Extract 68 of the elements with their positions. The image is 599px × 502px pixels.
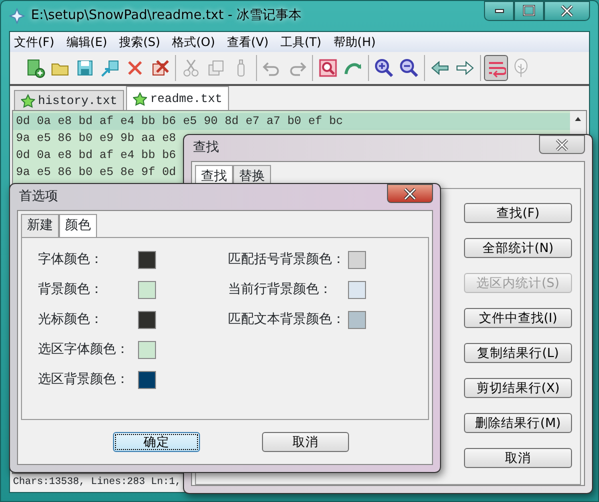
dialog-button[interactable]: 取消 [262, 432, 349, 452]
left-arrow-icon [430, 58, 450, 78]
menu-item[interactable]: 搜索(S) [117, 33, 162, 51]
menu-item[interactable]: 帮助(H) [331, 33, 378, 51]
color-swatch[interactable] [138, 370, 156, 388]
dialog-title: 查找 [192, 139, 219, 158]
color-label: 选区字体颜色： [38, 340, 130, 359]
close-icon [403, 188, 417, 200]
close-button[interactable] [387, 184, 433, 203]
close-icon [560, 4, 574, 18]
menu-item[interactable]: 工具(T) [278, 33, 324, 51]
close-button[interactable] [544, 1, 590, 21]
dialog-button[interactable]: 剪切结果行(X) [464, 378, 572, 398]
dialog-button[interactable]: 复制结果行(L) [464, 342, 572, 362]
color-label: 匹配文本背景颜色： [228, 310, 346, 329]
maximize-button[interactable] [514, 1, 544, 21]
color-swatch[interactable] [138, 310, 156, 328]
color-swatch[interactable] [138, 250, 156, 268]
menu-item[interactable]: 文件(F) [12, 33, 56, 51]
dialog-button[interactable]: 文件中查找(I) [464, 308, 572, 328]
scissors-icon [181, 58, 201, 78]
zoom-in-icon [374, 58, 394, 78]
file-tab[interactable]: history.txt [14, 90, 124, 110]
close-all-icon [150, 58, 170, 78]
dialog-button[interactable]: 确定 [113, 432, 200, 452]
zoom-out-icon [399, 58, 419, 78]
star-icon [21, 94, 35, 108]
minimize-button[interactable] [484, 1, 514, 21]
color-swatch[interactable] [348, 310, 366, 328]
menu-item[interactable]: 查看(V) [225, 33, 271, 51]
search-icon [318, 58, 338, 78]
color-label: 背景颜色： [38, 280, 104, 299]
code-line: 9a e5 86 b0 e9 9b aa e8 [15, 131, 176, 147]
copy-icon [206, 58, 226, 78]
save-icon [75, 58, 95, 78]
toolbar-button[interactable] [484, 55, 508, 81]
dialog-button[interactable]: 全部统计(N) [464, 238, 572, 258]
app-icon [9, 8, 25, 24]
color-label: 匹配括号背景颜色： [228, 250, 346, 269]
dialog-button[interactable]: 删除结果行(M) [464, 412, 572, 432]
save-arrow-icon [100, 58, 120, 78]
color-swatch[interactable] [348, 280, 366, 298]
color-label: 字体颜色： [38, 250, 104, 269]
maximize-icon [522, 4, 536, 18]
close-button[interactable] [539, 135, 585, 154]
color-swatch[interactable] [138, 280, 156, 298]
new-file-icon [25, 58, 45, 78]
file-tab[interactable]: readme.txt [126, 86, 230, 110]
code-line: 0d 0a e8 bd af e4 bb b6 [15, 148, 176, 164]
color-swatch[interactable] [138, 340, 156, 358]
dialog-title: 首选项 [18, 188, 58, 206]
color-label: 选区背景颜色： [38, 370, 130, 389]
menu-item[interactable]: 格式(O) [170, 33, 218, 51]
code-line: 9a e5 86 b0 e5 8e 9f 0d [15, 165, 176, 181]
dialog-tab[interactable]: 新建 [21, 214, 59, 236]
color-label: 光标颜色： [38, 310, 104, 329]
dialog-button[interactable]: 查找(F) [464, 202, 572, 222]
star-icon [133, 92, 148, 106]
window-title: E:\setup\SnowPad\readme.txt - 冰雪记事本 [31, 7, 302, 26]
close-icon [555, 138, 569, 150]
status-text: Chars:13538, Lines:283 Ln:1, [13, 477, 182, 488]
right-arrow-icon [455, 58, 475, 78]
color-label: 当前行背景颜色： [228, 280, 333, 299]
dialog-tab[interactable]: 颜色 [59, 214, 97, 236]
menu-item[interactable]: 编辑(E) [64, 33, 110, 51]
minimize-icon [494, 9, 504, 13]
dialog-button[interactable]: 取消 [464, 448, 572, 468]
color-swatch[interactable] [348, 250, 366, 268]
